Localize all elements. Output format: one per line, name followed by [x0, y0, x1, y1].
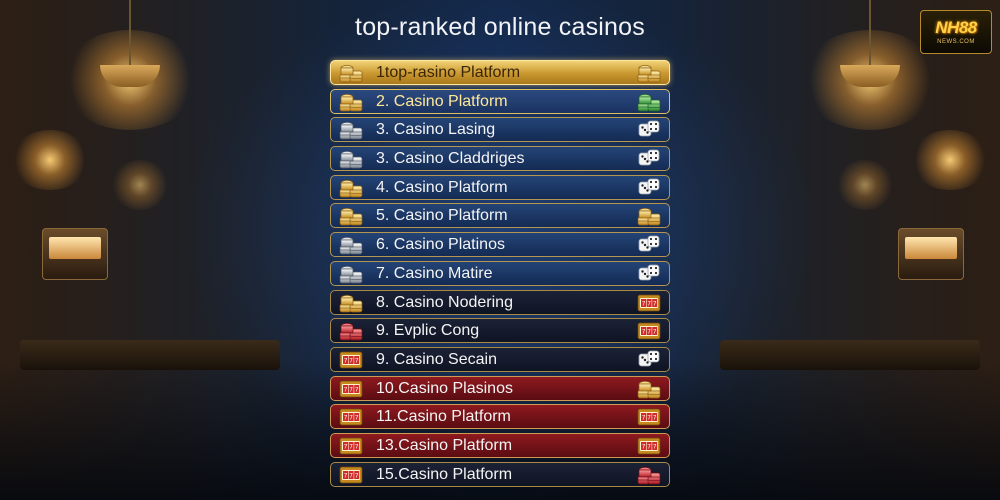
silver-coins-icon — [339, 263, 363, 284]
logo-domain: NEWS.COM — [937, 39, 975, 45]
silver-coins-icon — [339, 119, 363, 140]
svg-text:7: 7 — [349, 357, 353, 364]
slot-machine-icon: 777 — [637, 435, 661, 456]
svg-text:7: 7 — [653, 415, 657, 422]
gold-coins-icon — [637, 378, 661, 399]
dice-icon — [637, 234, 661, 255]
wall-lamp-left — [10, 130, 90, 190]
svg-text:7: 7 — [349, 472, 353, 479]
svg-text:7: 7 — [642, 443, 646, 450]
silver-coins-icon — [339, 234, 363, 255]
svg-text:7: 7 — [349, 386, 353, 393]
svg-text:7: 7 — [349, 443, 353, 450]
slot-machine-icon: 777 — [637, 406, 661, 427]
ranking-row-label: 6. Casino Platinos — [376, 236, 505, 254]
ranking-row-label: 7. Casino Matire — [376, 264, 493, 282]
ranking-row[interactable]: 3. Casino Claddriges — [330, 146, 670, 172]
ranking-row[interactable]: 3. Casino Lasing — [330, 117, 670, 143]
gold-coins-icon — [339, 91, 363, 112]
ranking-list: 1top-rasino Platform 2. Casino Platform 3.… — [330, 60, 670, 490]
ranking-row-label: 5. Casino Platform — [376, 207, 508, 225]
page-title: top-ranked online casinos — [355, 13, 645, 41]
slot-machine-icon: 777 — [339, 349, 363, 370]
svg-text:7: 7 — [355, 415, 359, 422]
ranking-row-label: 9. Evplic Cong — [376, 322, 480, 340]
slot-machine-icon: 777 — [339, 435, 363, 456]
ranking-row-label: 8. Casino Nodering — [376, 293, 513, 311]
svg-text:7: 7 — [355, 386, 359, 393]
ranking-row[interactable]: 1top-rasino Platform — [330, 60, 670, 85]
svg-text:7: 7 — [642, 329, 646, 336]
svg-text:7: 7 — [344, 357, 348, 364]
svg-text:7: 7 — [642, 415, 646, 422]
slot-machine-icon: 777 — [637, 292, 661, 313]
dice-icon — [637, 263, 661, 284]
gold-coins-icon — [637, 205, 661, 226]
wall-lamp-right-2 — [835, 160, 895, 210]
dice-icon — [637, 119, 661, 140]
ranking-row[interactable]: 7 7 7 15.Casino Platform — [330, 461, 670, 487]
dice-icon — [637, 177, 661, 198]
dice-icon — [637, 349, 661, 370]
gold-coins-icon — [339, 62, 363, 83]
red-chips-icon — [339, 320, 363, 341]
svg-text:7: 7 — [349, 415, 353, 422]
ranking-row[interactable]: 7. Casino Matire — [330, 260, 670, 286]
ranking-row[interactable]: 9. Evplic Cong 7 7 7 — [330, 318, 670, 344]
ranking-row-label: 10.Casino Plasinos — [376, 379, 513, 397]
slot-machine-icon: 777 — [339, 378, 363, 399]
wall-lamp-right — [910, 130, 990, 190]
slot-machine-left — [42, 228, 108, 280]
ranking-row[interactable]: 7 7 7 10.Casino Plasinos — [330, 375, 670, 401]
slot-machine-icon: 777 — [637, 320, 661, 341]
ranking-row-label: 3. Casino Claddriges — [376, 150, 525, 168]
svg-text:7: 7 — [653, 300, 657, 307]
slot-machine-icon: 777 — [339, 464, 363, 485]
ranking-row[interactable]: 8. Casino Nodering 7 7 7 — [330, 289, 670, 315]
svg-text:7: 7 — [642, 300, 646, 307]
ranking-row-label: 11.Casino Platform — [376, 408, 511, 426]
red-chips-icon — [637, 464, 661, 485]
svg-text:7: 7 — [355, 443, 359, 450]
ranking-row-label: 13.Casino Platform — [376, 436, 513, 454]
ranking-row-label: 2. Casino Platform — [376, 92, 508, 110]
silver-coins-icon — [339, 148, 363, 169]
ranking-row-label: 9. Casino Secain — [376, 350, 497, 368]
ranking-row[interactable]: 7 7 7 13.Casino Platform 7 7 7 — [330, 432, 670, 458]
logo-brand: NH88 — [935, 18, 977, 37]
gold-coins-icon — [339, 205, 363, 226]
svg-text:7: 7 — [344, 386, 348, 393]
svg-text:7: 7 — [355, 472, 359, 479]
ranking-row-label: 1top-rasino Platform — [376, 64, 521, 81]
slot-machine-icon: 777 — [339, 406, 363, 427]
svg-text:7: 7 — [653, 329, 657, 336]
svg-text:7: 7 — [653, 443, 657, 450]
svg-text:7: 7 — [647, 443, 651, 450]
svg-text:7: 7 — [647, 329, 651, 336]
svg-text:7: 7 — [355, 357, 359, 364]
wall-lamp-left-2 — [110, 160, 170, 210]
ranking-row-label: 15.Casino Platform — [376, 465, 513, 483]
svg-text:7: 7 — [344, 415, 348, 422]
slot-machine-right — [898, 228, 964, 280]
gold-coins-icon — [339, 177, 363, 198]
ranking-row[interactable]: 5. Casino Platform — [330, 203, 670, 229]
ranking-row-label: 4. Casino Platform — [376, 178, 508, 196]
svg-text:7: 7 — [647, 415, 651, 422]
ranking-row[interactable]: 7 7 7 9. Casino Secain — [330, 346, 670, 372]
gold-coins-icon — [637, 62, 661, 83]
brand-logo[interactable]: NH88 NEWS.COM — [920, 10, 992, 54]
ranking-row[interactable]: 4. Casino Platform — [330, 174, 670, 200]
ranking-row-label: 3. Casino Lasing — [376, 121, 496, 139]
green-chips-icon — [637, 91, 661, 112]
ranking-row[interactable]: 6. Casino Platinos — [330, 232, 670, 258]
dice-icon — [637, 148, 661, 169]
gold-coins-icon — [339, 292, 363, 313]
svg-text:7: 7 — [344, 472, 348, 479]
ranking-row[interactable]: 7 7 7 11.Casino Platform 7 7 7 — [330, 404, 670, 430]
svg-text:7: 7 — [344, 443, 348, 450]
ranking-row[interactable]: 2. Casino Platform — [330, 88, 670, 114]
svg-text:7: 7 — [647, 300, 651, 307]
